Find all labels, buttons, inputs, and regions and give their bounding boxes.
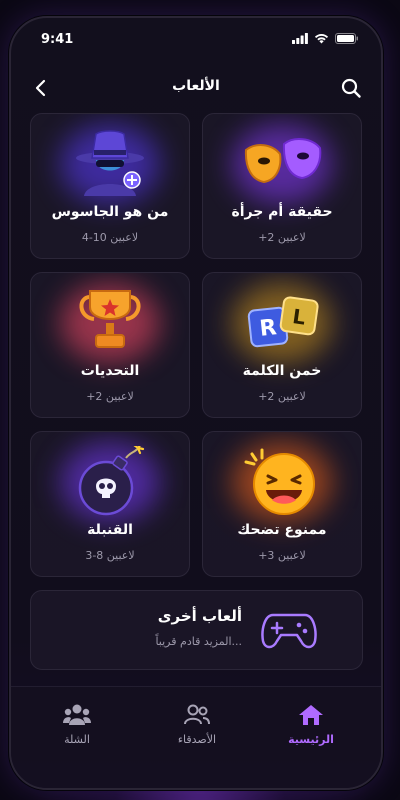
more-games-card[interactable]: ألعاب أخرى المزيد قادم قريباً...: [30, 590, 363, 670]
status-time: 9:41: [41, 32, 74, 47]
game-name: حقيقة أم جرأة: [231, 204, 333, 220]
header: الألعاب: [11, 68, 381, 108]
wifi-icon: [314, 33, 329, 44]
game-card-no-laughing[interactable]: ممنوع تضحك +3 لاعبين: [202, 431, 362, 577]
page-title: الألعاب: [172, 78, 220, 94]
laughing-face-icon: [244, 448, 315, 515]
game-players: +2 لاعبين: [258, 390, 306, 403]
trophy-icon: [79, 290, 141, 348]
letter-tiles-icon: R L: [247, 296, 319, 348]
status-icons: [292, 33, 359, 44]
spy-icon: [76, 130, 144, 196]
search-icon[interactable]: [339, 76, 363, 100]
group-icon: [63, 704, 91, 725]
tab-group[interactable]: الشلة: [27, 703, 127, 746]
game-players: +3 لاعبين: [258, 549, 306, 562]
game-name: من هو الجاسوس: [51, 204, 169, 220]
game-name: ممنوع تضحك: [237, 522, 327, 538]
game-players: +2 لاعبين: [258, 231, 306, 244]
game-card-truth-or-dare[interactable]: حقيقة أم جرأة +2 لاعبين: [202, 113, 362, 259]
friends-icon: [184, 704, 210, 725]
signal-icon: [292, 33, 308, 44]
tile-letter-left: R: [258, 315, 278, 342]
tab-label: الرئيسية: [288, 733, 334, 746]
more-games-subtitle: المزيد قادم قريباً...: [155, 635, 242, 648]
tab-bar: الرئيسية الأصدقاء الشلة: [11, 686, 381, 788]
game-card-spy[interactable]: من هو الجاسوس 4-10 لاعبين: [30, 113, 190, 259]
status-bar: 9:41: [11, 18, 381, 62]
tab-home[interactable]: الرئيسية: [261, 703, 361, 746]
tab-label: الأصدقاء: [177, 733, 217, 746]
phone-frame: 9:41 الألعاب حقيقة أم جرأة +2 لاعبين من …: [9, 16, 383, 790]
more-games-title: ألعاب أخرى: [157, 607, 242, 625]
game-card-guess-word[interactable]: R L خمن الكلمة +2 لاعبين: [202, 272, 362, 418]
mask-icon: [244, 138, 322, 184]
game-card-challenges[interactable]: التحديات +2 لاعبين: [30, 272, 190, 418]
bomb-icon: [78, 446, 145, 516]
tab-label: الشلة: [64, 733, 90, 746]
game-players: 3-8 لاعبين: [85, 549, 135, 562]
game-name: التحديات: [80, 363, 140, 379]
game-card-bomb[interactable]: القنبلة 3-8 لاعبين: [30, 431, 190, 577]
game-players: 4-10 لاعبين: [81, 231, 139, 244]
battery-icon: [335, 33, 358, 44]
home-icon: [299, 705, 323, 725]
tab-friends[interactable]: الأصدقاء: [147, 703, 247, 746]
game-players: +2 لاعبين: [86, 390, 134, 403]
game-name: خمن الكلمة: [242, 363, 322, 379]
game-name: القنبلة: [87, 522, 133, 538]
gamepad-icon: [261, 613, 317, 649]
